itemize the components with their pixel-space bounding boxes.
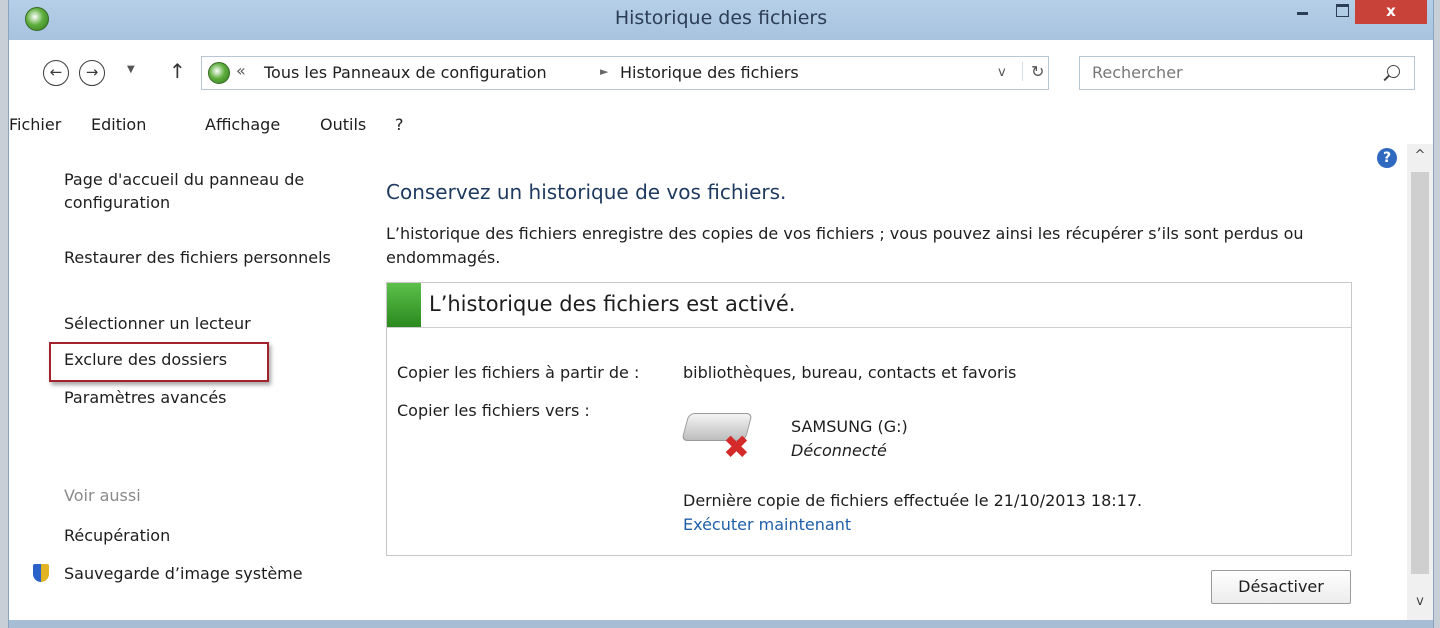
see-also-heading: Voir aussi [64,486,141,505]
navigation-bar: ← → ▼ ↑ « Tous les Panneaux de configura… [9,40,1433,104]
disable-button[interactable]: Désactiver [1211,570,1351,604]
breadcrumb-separator-icon[interactable]: ► [600,65,608,78]
exclude-folders-link[interactable]: Exclure des dossiers [64,348,354,371]
file-history-address-icon [208,62,230,84]
uac-shield-icon [33,564,49,582]
help-icon[interactable]: ? [1377,148,1397,168]
breadcrumb-control-panels[interactable]: Tous les Panneaux de configuration [264,63,547,82]
last-copy-info: Dernière copie de fichiers effectuée le … [683,491,1143,510]
copy-to-label: Copier les fichiers vers : [397,401,590,420]
breadcrumb-file-history[interactable]: Historique des fichiers [620,63,799,82]
vertical-scrollbar[interactable]: ^ v [1407,144,1433,620]
status-header: L’historique des fichiers est activé. [387,283,1351,328]
refresh-icon[interactable]: ↻ [1022,62,1044,81]
menu-outils[interactable]: Outils [320,115,366,134]
search-icon[interactable] [1387,65,1400,78]
search-placeholder: Rechercher [1092,63,1183,82]
hidden-breadcrumbs-chevron[interactable]: « [236,61,246,80]
status-text: L’historique des fichiers est activé. [429,292,796,316]
copy-from-label: Copier les fichiers à partir de : [397,363,640,382]
recovery-link[interactable]: Récupération [64,526,170,545]
page-title: Conservez un historique de vos fichiers. [386,180,787,204]
copy-from-value: bibliothèques, bureau, contacts et favor… [683,363,1017,382]
control-panel-home-link[interactable]: Page d'accueil du panneau de configurati… [64,168,354,214]
select-drive-link[interactable]: Sélectionner un lecteur [64,312,354,335]
scroll-up-icon[interactable]: ^ [1407,148,1433,163]
up-button[interactable]: ↑ [169,59,186,83]
page-description: L’historique des fichiers enregistre des… [386,224,1304,267]
drive-status: Déconnecté [791,441,887,460]
status-panel: L’historique des fichiers est activé. Co… [386,282,1352,556]
advanced-settings-link[interactable]: Paramètres avancés [64,386,354,409]
drive-name: SAMSUNG (G:) [791,417,908,436]
file-history-window: Historique des fichiers x ← → ▼ ↑ « Tous… [8,0,1434,628]
forward-button[interactable]: → [79,60,105,86]
task-pane: Page d'accueil du panneau de configurati… [9,144,369,628]
window-title: Historique des fichiers [614,7,828,29]
window-bottom-border [9,620,1433,628]
back-button[interactable]: ← [43,60,69,86]
menu-help[interactable]: ? [395,115,404,134]
status-active-indicator [387,283,421,327]
title-bar[interactable]: Historique des fichiers x [9,0,1433,40]
menu-bar: Fichier Edition Affichage Outils ? [9,104,1433,144]
system-image-backup-link[interactable]: Sauvegarde d’image système [64,564,303,583]
close-button[interactable]: x [1355,0,1427,24]
menu-affichage[interactable]: Affichage [205,115,280,134]
disconnected-x-icon: ✖ [723,428,750,466]
minimize-button[interactable] [1287,0,1317,24]
scroll-thumb[interactable] [1411,172,1429,574]
search-input[interactable]: Rechercher [1079,56,1415,90]
menu-fichier[interactable]: Fichier [9,115,61,134]
restore-personal-files-link[interactable]: Restaurer des fichiers personnels [64,246,354,269]
maximize-button[interactable] [1327,0,1357,24]
run-now-link[interactable]: Exécuter maintenant [683,515,851,534]
scroll-down-icon[interactable]: v [1407,594,1433,609]
address-bar[interactable]: « Tous les Panneaux de configuration ► H… [201,56,1049,90]
menu-edition[interactable]: Edition [91,115,146,134]
address-dropdown-icon[interactable]: v [998,65,1006,80]
recent-locations-dropdown[interactable]: ▼ [127,64,135,75]
